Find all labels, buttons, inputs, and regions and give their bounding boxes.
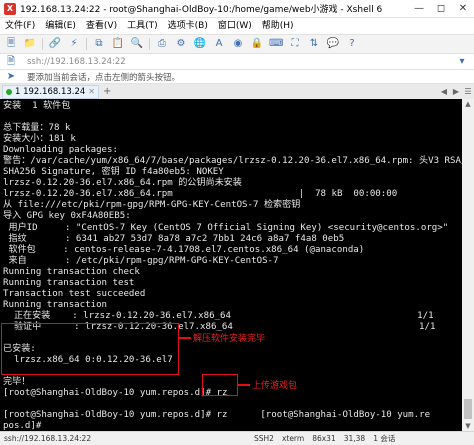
menu-tools[interactable]: 工具(T) [122,18,163,34]
keyboard-icon[interactable]: ⌨ [269,37,283,51]
terminal-line: SHA256 Signature, 密钥 ID f4a80eb5: NOKEY [3,167,224,178]
scroll-down-icon[interactable]: ▼ [462,421,474,431]
status-host: ssh://192.168.13.24:22 [4,434,92,443]
tab-bar: 1 192.168.13.24 ✕ + ◀ ▶ ☰ [0,84,474,99]
search-icon[interactable]: 🔍 [130,37,144,51]
terminal-line: lrzsz-0.12.20-36.el7.x86_64.rpm 的公钥尚未安装 [3,178,242,189]
print-icon[interactable]: ⎙ [155,37,169,51]
upload-annotation: 上传游戏包 [252,381,298,391]
copy-icon[interactable]: ⧉ [92,37,106,51]
open-folder-icon[interactable]: 📁 [23,37,37,51]
menu-tabs[interactable]: 选项卡(B) [163,18,213,34]
arrow-right-icon[interactable]: ➤ [4,70,18,84]
link-icon[interactable]: 🔗 [48,37,62,51]
terminal-line: Running transaction test [3,277,135,288]
xshell-app-icon: X [4,2,16,15]
chevron-down-icon[interactable]: ▾ [455,55,469,69]
terminal-line: Transaction test succeeded [3,288,146,299]
status-protocol: SSH2 [254,434,274,443]
terminal-line: 总下载量：78 k [3,123,71,134]
session-hint-text: 要添加当前会话，点击左侧的箭头按钮。 [27,72,181,83]
installed-pointer-line [179,337,191,339]
status-terminal-type: xterm [281,434,305,443]
tab-menu-icon[interactable]: ☰ [462,87,474,96]
add-tab-icon[interactable]: + [103,86,111,97]
status-size: 86x31 [312,434,336,443]
tab-navigation: ◀ ▶ ☰ [438,87,474,96]
terminal-line: 警告：/var/cache/yum/x86_64/7/base/packages… [3,156,462,167]
menu-help[interactable]: 帮助(H) [257,18,299,34]
tab-session[interactable]: 1 192.168.13.24 ✕ [2,84,99,99]
address-bar: 🗎 ssh://192.168.13.24:22 ▾ [0,54,474,70]
session-hint-bar: ➤ 要添加当前会话，点击左侧的箭头按钮。 [0,70,474,84]
tab-next-icon[interactable]: ▶ [450,87,462,96]
help-icon[interactable]: ? [345,37,359,51]
toolbar-divider [42,38,43,50]
toolbar-divider [149,38,150,50]
lock-icon[interactable]: 🔒 [250,37,264,51]
close-button[interactable]: ✕ [452,0,474,18]
terminal-line: [root@Shanghai-OldBoy-10 yum.repos.d]# r… [3,410,431,421]
font-icon[interactable]: A [212,37,226,51]
terminal-line: 软件包 : centos-release-7-4.1708.el7.centos… [3,244,365,255]
tab-label: 1 192.168.13.24 [15,86,86,97]
menu-file[interactable]: 文件(F) [0,18,40,34]
scroll-thumb[interactable] [464,399,472,419]
properties-icon[interactable]: ⚙ [174,37,188,51]
tab-close-icon[interactable]: ✕ [88,87,95,96]
installed-highlight-box [1,323,179,375]
terminal-line: 正在安装 : lrzsz-0.12.20-36.el7.x86_64 1/1 [3,310,434,321]
connection-status-icon [6,88,12,95]
address-field[interactable]: ssh://192.168.13.24:22 [27,57,455,67]
tab-prev-icon[interactable]: ◀ [438,87,450,96]
installed-annotation: 解压软件安装完毕 [193,334,266,344]
paste-icon[interactable]: 📋 [111,37,125,51]
document-icon: 🗎 [6,55,16,67]
terminal-line: 导入 GPG key 0xF4A80EB5: [3,211,131,222]
menu-edit[interactable]: 编辑(E) [40,18,81,34]
rz-pointer-line [238,384,250,386]
terminal-line: 从 file:///etc/pki/rpm-gpg/RPM-GPG-KEY-Ce… [3,200,301,211]
terminal-line: 来自 : /etc/pki/rpm-gpg/RPM-GPG-KEY-CentOS… [3,255,279,266]
terminal-line: 安装大小：181 k [3,134,76,145]
color-scheme-icon[interactable]: ◉ [231,37,245,51]
new-session-icon[interactable]: 🗏 [4,37,18,51]
chat-icon[interactable]: 💬 [326,37,340,51]
terminal-line: 指纹 : 6341 ab27 53d7 8a78 a7c2 7bb1 24c6 … [3,233,345,244]
rz-highlight-box [202,374,238,396]
toolbar-divider [86,38,87,50]
toolbar: 🗏 📁 🔗 ⚡ ⧉ 📋 🔍 ⎙ ⚙ 🌐 A ◉ 🔒 ⌨ ⛶ ⇅ 💬 ? [0,34,474,54]
title-bar: X 192.168.13.24:22 - root@Shanghai-OldBo… [0,0,474,18]
maximize-button[interactable]: ◻ [430,0,452,18]
minimize-button[interactable]: — [408,0,430,18]
terminal-line: 安装 1 软件包 [3,101,71,111]
terminal-line: 用户ID : "CentOS-7 Key (CentOS 7 Official … [3,222,449,233]
status-cursor: 31,38 [343,434,366,443]
terminal-line: Running transaction check [3,266,140,277]
disconnect-icon[interactable]: ⚡ [67,37,81,51]
menu-window[interactable]: 窗口(W) [213,18,257,34]
terminal-line: pos.d]# [3,421,47,431]
menu-bar: 文件(F) 编辑(E) 查看(V) 工具(T) 选项卡(B) 窗口(W) 帮助(… [0,18,474,34]
scroll-up-icon[interactable]: ▲ [462,99,474,109]
terminal-line: Downloading packages: [3,145,118,156]
status-sessions: 1 会话 [373,434,396,443]
terminal-line: Running transaction [3,299,108,310]
status-bar: ssh://192.168.13.24:22 SSH2 xterm 86x31 … [0,431,474,445]
menu-view[interactable]: 查看(V) [81,18,122,34]
globe-icon[interactable]: 🌐 [193,37,207,51]
terminal-line: lrzsz-0.12.20-36.el7.x86_64.rpm | 78 kB … [3,189,398,200]
vertical-scrollbar[interactable]: ▲ ▼ [462,99,474,431]
transfer-icon[interactable]: ⇅ [307,37,321,51]
fullscreen-icon[interactable]: ⛶ [288,37,302,51]
window-title: 192.168.13.24:22 - root@Shanghai-OldBoy-… [20,5,383,15]
